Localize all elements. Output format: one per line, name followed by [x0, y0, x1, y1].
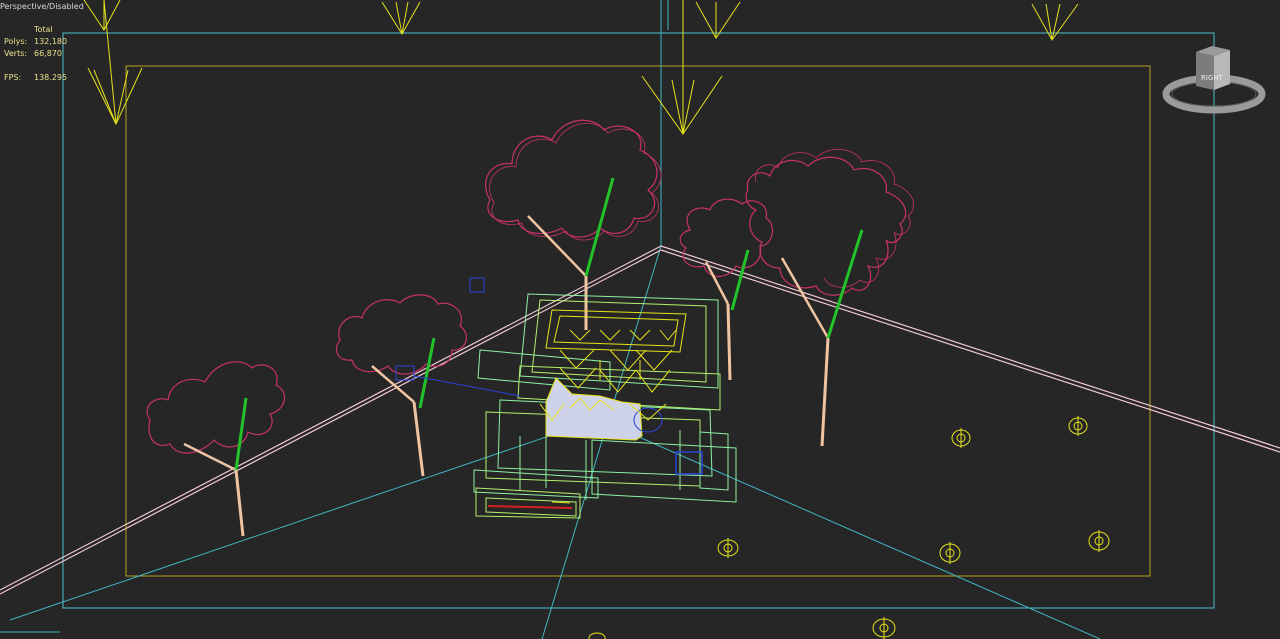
tree[interactable] [745, 149, 914, 447]
viewport-scene[interactable] [0, 0, 1280, 639]
spot-light[interactable] [1031, 3, 1079, 41]
fps-value: 138.295 [34, 73, 68, 82]
stats-header: Total [4, 24, 74, 36]
verts-value: 66,870 [34, 49, 62, 58]
tree[interactable] [679, 198, 774, 381]
fps-row: FPS: 138.295 [4, 72, 74, 84]
tree-canopy [485, 119, 658, 238]
viewcube-face-label: RIGHT [1201, 74, 1224, 82]
stats-header-text: Total [34, 25, 53, 34]
viewcube-cube-side [1196, 52, 1214, 90]
tree-canopy [679, 198, 774, 278]
fps-label: FPS: [4, 73, 22, 82]
statistics-overlay: Total Polys: 132,180 Verts: 66,870 FPS: … [4, 24, 74, 84]
spot-light[interactable] [381, 1, 421, 35]
tree[interactable] [146, 361, 286, 537]
tree-canopy-offset [489, 122, 662, 241]
omni-light[interactable] [717, 538, 739, 558]
tree-branch [730, 249, 750, 311]
spot-light[interactable] [83, 0, 143, 126]
tree-trunk [820, 337, 830, 447]
tree-trunk [527, 215, 587, 277]
tree-canopy [745, 156, 907, 296]
tree-branch [584, 177, 615, 277]
verts-label: Verts: [4, 49, 28, 58]
viewcube[interactable]: RIGHT [1162, 42, 1266, 118]
omni-light[interactable] [588, 632, 606, 639]
stats-spacer [4, 60, 74, 72]
polys-label: Polys: [4, 37, 28, 46]
tree-trunk [234, 469, 245, 537]
perspective-viewport[interactable]: Perspective/Disabled Total Polys: 132,18… [0, 0, 1280, 639]
tree-trunk [183, 442, 237, 472]
tree-canopy [335, 294, 468, 375]
omni-light[interactable] [951, 428, 971, 448]
tree-canopy [146, 361, 286, 454]
verts-row: Verts: 66,870 [4, 48, 74, 60]
viewcube-cube-face[interactable] [1214, 50, 1230, 90]
tree-branch [234, 397, 248, 471]
tree-trunk [726, 303, 732, 381]
polys-row: Polys: 132,180 [4, 36, 74, 48]
tree-branch [418, 337, 436, 409]
omni-light[interactable] [1068, 416, 1088, 436]
spot-light[interactable] [641, 0, 741, 135]
tree-canopy-offset [754, 149, 914, 288]
viewport-label[interactable]: Perspective/Disabled [0, 2, 84, 12]
omni-light[interactable] [939, 542, 961, 564]
tree-trunk [412, 401, 425, 477]
omni-light[interactable] [1088, 530, 1110, 552]
tree-branch [826, 229, 864, 339]
omni-light[interactable] [872, 617, 896, 639]
tree[interactable] [485, 119, 662, 330]
polys-value: 132,180 [34, 37, 68, 46]
